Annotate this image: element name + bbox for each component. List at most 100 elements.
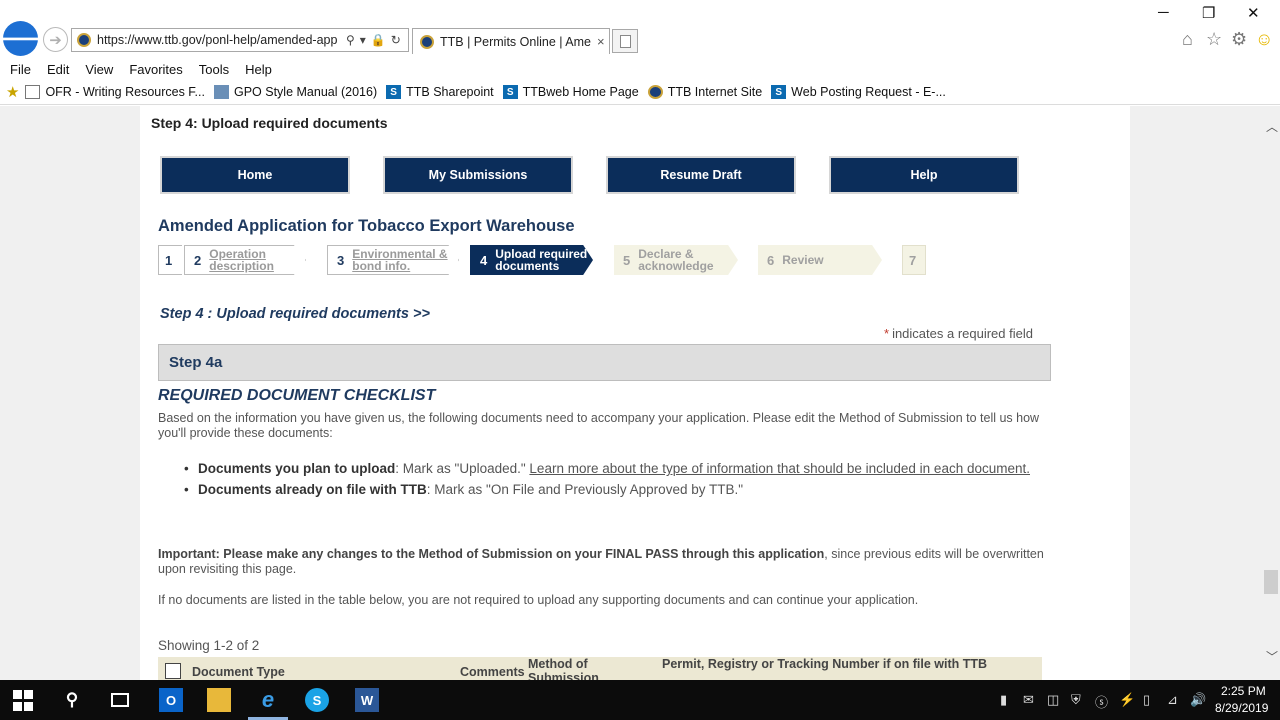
menu-bar: File Edit View Favorites Tools Help: [0, 58, 1280, 80]
address-bar[interactable]: https://www.ttb.gov/ponl-help/amended-ap…: [71, 28, 409, 52]
scrollbar-thumb[interactable]: [1264, 570, 1278, 594]
favorite-label: Web Posting Request - E-...: [791, 85, 946, 99]
instruction-strong: Documents already on file with TTB: [198, 482, 427, 497]
tab-close-icon[interactable]: ×: [597, 34, 605, 49]
progress-step-3[interactable]: 3 Environmental & bond info.: [327, 245, 459, 275]
favorite-link[interactable]: OFR - Writing Resources F...: [25, 85, 205, 99]
forward-button[interactable]: ➔: [43, 27, 68, 52]
tray-skype-icon[interactable]: ⓢ: [1095, 692, 1108, 711]
lock-icon[interactable]: 🔒: [371, 33, 386, 47]
menu-edit[interactable]: Edit: [47, 62, 69, 77]
vertical-scrollbar[interactable]: ︿ ﹀: [1262, 106, 1280, 680]
progress-step-7: 7: [902, 245, 926, 275]
instruction-item-on-file: Documents already on file with TTB: Mark…: [184, 479, 1058, 500]
step-label[interactable]: Environmental & bond info.: [352, 248, 456, 272]
skype-icon[interactable]: S: [305, 688, 329, 712]
favorite-label: TTB Internet Site: [667, 85, 763, 99]
favorite-link[interactable]: S TTBweb Home Page: [502, 85, 639, 99]
menu-tools[interactable]: Tools: [199, 62, 229, 77]
tray-power-icon[interactable]: ⚡: [1119, 692, 1135, 708]
select-all-checkbox[interactable]: [165, 663, 181, 679]
ttb-seal-icon: [420, 34, 434, 49]
progress-step-2[interactable]: 2 Operation description: [184, 245, 306, 275]
clock-date[interactable]: 8/29/2019: [1215, 701, 1268, 715]
taskbar-search-icon[interactable]: ⚲: [60, 688, 84, 712]
back-button[interactable]: 🡐: [0, 21, 50, 56]
nav-help-button[interactable]: Help: [829, 156, 1019, 194]
internet-explorer-icon[interactable]: e: [256, 687, 280, 712]
menu-view[interactable]: View: [85, 62, 113, 77]
menu-file[interactable]: File: [10, 62, 31, 77]
scroll-up-icon[interactable]: ︿: [1266, 118, 1278, 135]
close-icon[interactable]: ✕: [1247, 4, 1260, 22]
step-number: 2: [194, 252, 202, 268]
tray-outlook-icon[interactable]: ◫: [1047, 692, 1059, 708]
word-icon[interactable]: W: [355, 688, 379, 712]
home-icon[interactable]: ⌂: [1182, 29, 1193, 50]
refresh-icon[interactable]: ↻: [391, 33, 401, 47]
checklist-title: REQUIRED DOCUMENT CHECKLIST: [158, 387, 436, 404]
address-url[interactable]: https://www.ttb.gov/ponl-help/amended-ap…: [97, 33, 341, 47]
add-favorite-star-icon[interactable]: ★: [6, 83, 19, 101]
favorites-star-icon[interactable]: ☆: [1206, 29, 1222, 50]
search-icon[interactable]: ⚲: [346, 33, 355, 47]
favorite-link[interactable]: S TTB Sharepoint: [386, 85, 494, 99]
no-documents-note: If no documents are listed in the table …: [158, 593, 919, 607]
forward-arrow-icon: ➔: [49, 31, 62, 49]
favorite-link[interactable]: S Web Posting Request - E-...: [771, 85, 946, 99]
step-label[interactable]: Operation description: [209, 248, 289, 272]
instruction-strong: Documents you plan to upload: [198, 461, 396, 476]
page-content: Step 4: Upload required documents Home M…: [140, 106, 1130, 680]
column-header-document-type[interactable]: Document Type: [192, 665, 285, 679]
windows-start-icon[interactable]: [12, 688, 34, 712]
step-label: Review: [782, 253, 824, 267]
ttb-seal-icon: [647, 85, 663, 99]
step-number: 7: [909, 252, 917, 268]
tray-network-icon[interactable]: ⊿: [1167, 692, 1178, 708]
nav-home-button[interactable]: Home: [160, 156, 350, 194]
new-tab-button[interactable]: [612, 29, 638, 53]
progress-step-1[interactable]: 1: [158, 245, 182, 275]
feedback-smiley-icon[interactable]: ☺: [1255, 29, 1273, 50]
step-heading: Step 4 : Upload required documents >>: [160, 306, 430, 322]
clock-time[interactable]: 2:25 PM: [1221, 684, 1266, 698]
dropdown-arrow-icon[interactable]: ▾: [360, 33, 366, 47]
file-explorer-icon[interactable]: [207, 688, 231, 712]
favorite-link[interactable]: GPO Style Manual (2016): [213, 85, 377, 99]
tab-title: TTB | Permits Online | Ame...: [440, 34, 592, 49]
maximize-icon[interactable]: ❐: [1202, 4, 1215, 22]
document-icon: [25, 85, 41, 99]
tray-device-icon[interactable]: ▯: [1143, 692, 1150, 708]
ttb-seal-icon: [77, 33, 91, 47]
minimize-icon[interactable]: ─: [1158, 4, 1169, 21]
tray-battery-icon[interactable]: ▮: [1000, 692, 1007, 708]
nav-my-submissions-button[interactable]: My Submissions: [383, 156, 573, 194]
menu-help[interactable]: Help: [245, 62, 272, 77]
column-header-comments[interactable]: Comments: [460, 665, 525, 679]
tray-mail-icon[interactable]: ✉: [1023, 692, 1034, 708]
section-header-bar: Step 4a: [158, 344, 1051, 381]
learn-more-link[interactable]: Learn more about the type of information…: [529, 461, 1030, 476]
favorite-link[interactable]: TTB Internet Site: [647, 85, 763, 99]
section-title: Step 4a: [169, 354, 223, 371]
page-viewport: Step 4: Upload required documents Home M…: [0, 106, 1280, 680]
progress-step-5: 5 Declare & acknowledge: [614, 245, 738, 275]
scroll-down-icon[interactable]: ﹀: [1266, 648, 1278, 665]
outlook-icon[interactable]: O: [159, 688, 183, 712]
column-header-permit-number[interactable]: Permit, Registry or Tracking Number if o…: [662, 657, 992, 671]
menu-favorites[interactable]: Favorites: [129, 62, 182, 77]
browser-chrome: 🡐 ➔ https://www.ttb.gov/ponl-help/amende…: [0, 0, 1280, 58]
column-header-method[interactable]: Method of Submission: [528, 657, 638, 680]
step-number: 5: [623, 252, 631, 268]
instruction-list: Documents you plan to upload: Mark as "U…: [184, 458, 1058, 500]
task-view-icon[interactable]: [108, 688, 132, 712]
gear-icon[interactable]: ⚙: [1231, 29, 1247, 50]
sharepoint-icon: S: [771, 85, 787, 99]
tray-volume-icon[interactable]: 🔊: [1190, 692, 1206, 708]
important-strong: Important: Please make any changes to th…: [158, 547, 825, 561]
new-tab-icon: [619, 34, 631, 48]
nav-resume-draft-button[interactable]: Resume Draft: [606, 156, 796, 194]
tray-shield-icon[interactable]: ⛨: [1071, 692, 1081, 708]
browser-tab-active[interactable]: TTB | Permits Online | Ame... ×: [412, 28, 610, 54]
step-number: 1: [165, 252, 173, 268]
